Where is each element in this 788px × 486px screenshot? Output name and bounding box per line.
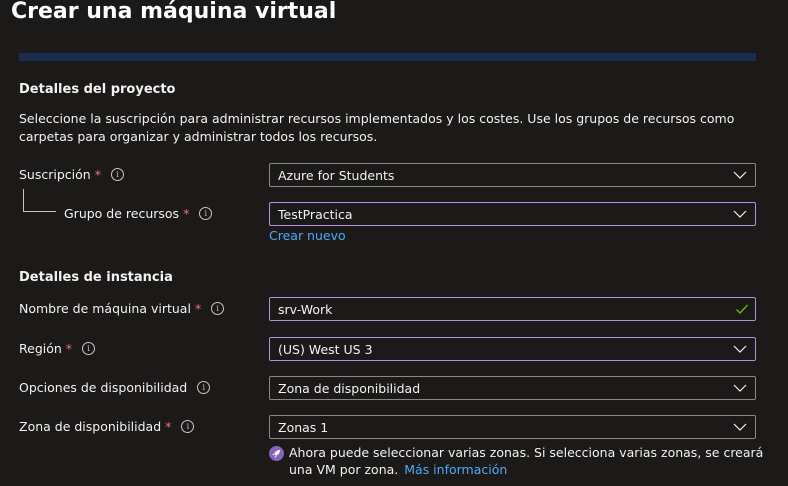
header-divider-bar bbox=[19, 53, 756, 61]
tree-connector-line bbox=[23, 189, 56, 212]
vm-name-label-text: Nombre de máquina virtual bbox=[19, 301, 191, 316]
vm-name-value: srv-Work bbox=[278, 301, 333, 317]
info-icon[interactable]: i bbox=[110, 168, 124, 181]
create-new-resource-group-link[interactable]: Crear nuevo bbox=[269, 228, 346, 243]
region-value: (US) West US 3 bbox=[278, 341, 373, 357]
availability-options-dropdown[interactable]: Zona de disponibilidad bbox=[269, 376, 756, 400]
resource-group-value: TestPractica bbox=[278, 206, 353, 222]
availability-zone-value: Zonas 1 bbox=[278, 419, 329, 435]
subscription-dropdown[interactable]: Azure for Students bbox=[269, 163, 756, 187]
chevron-down-icon bbox=[733, 423, 747, 431]
availability-zone-label-text: Zona de disponibilidad bbox=[19, 419, 162, 434]
required-marker: * bbox=[194, 301, 202, 316]
info-icon[interactable]: i bbox=[82, 342, 96, 355]
resource-group-label-text: Grupo de recursos bbox=[64, 206, 180, 221]
availability-zone-dropdown[interactable]: Zonas 1 bbox=[269, 415, 756, 439]
resource-group-label: Grupo de recursos * i bbox=[64, 206, 213, 221]
more-options-button[interactable]: ··· bbox=[318, 4, 334, 20]
region-label-text: Región bbox=[19, 341, 62, 356]
page-title: Crear una máquina virtual bbox=[11, 0, 337, 24]
availability-zone-label: Zona de disponibilidad * i bbox=[19, 419, 195, 434]
required-marker: * bbox=[165, 419, 172, 434]
chevron-down-icon bbox=[733, 210, 747, 218]
info-note-text: Ahora puede seleccionar varias zonas. Si… bbox=[289, 444, 764, 478]
required-marker: * bbox=[94, 167, 101, 182]
learn-more-link[interactable]: Más información bbox=[404, 462, 507, 477]
subscription-value: Azure for Students bbox=[278, 167, 395, 183]
rocket-icon bbox=[269, 446, 284, 461]
region-dropdown[interactable]: (US) West US 3 bbox=[269, 337, 756, 361]
subscription-label-text: Suscripción bbox=[19, 167, 91, 182]
chevron-down-icon bbox=[733, 171, 747, 179]
availability-zone-info-note: Ahora puede seleccionar varias zonas. Si… bbox=[269, 444, 764, 478]
checkmark-icon bbox=[736, 304, 749, 315]
region-label: Región * i bbox=[19, 341, 96, 356]
required-marker: * bbox=[65, 341, 73, 356]
info-icon[interactable]: i bbox=[199, 207, 213, 220]
vm-name-input[interactable]: srv-Work bbox=[269, 297, 756, 321]
vm-name-label: Nombre de máquina virtual * i bbox=[19, 301, 225, 316]
section-title-project-details: Detalles del proyecto bbox=[19, 82, 176, 97]
info-note-message: Ahora puede seleccionar varias zonas. Si… bbox=[289, 445, 764, 477]
resource-group-dropdown[interactable]: TestPractica bbox=[269, 202, 756, 226]
availability-options-value: Zona de disponibilidad bbox=[278, 380, 421, 396]
chevron-down-icon bbox=[733, 384, 747, 392]
required-marker: * bbox=[183, 206, 190, 221]
availability-options-label: Opciones de disponibilidad i bbox=[19, 380, 211, 395]
availability-options-label-text: Opciones de disponibilidad bbox=[19, 380, 188, 395]
project-details-description: Seleccione la suscripción para administr… bbox=[19, 111, 735, 144]
info-icon[interactable]: i bbox=[211, 302, 225, 315]
section-title-instance-details: Detalles de instancia bbox=[19, 270, 173, 285]
info-icon[interactable]: i bbox=[181, 420, 195, 433]
info-icon[interactable]: i bbox=[197, 381, 211, 394]
subscription-label: Suscripción * i bbox=[19, 167, 124, 182]
chevron-down-icon bbox=[733, 345, 747, 353]
